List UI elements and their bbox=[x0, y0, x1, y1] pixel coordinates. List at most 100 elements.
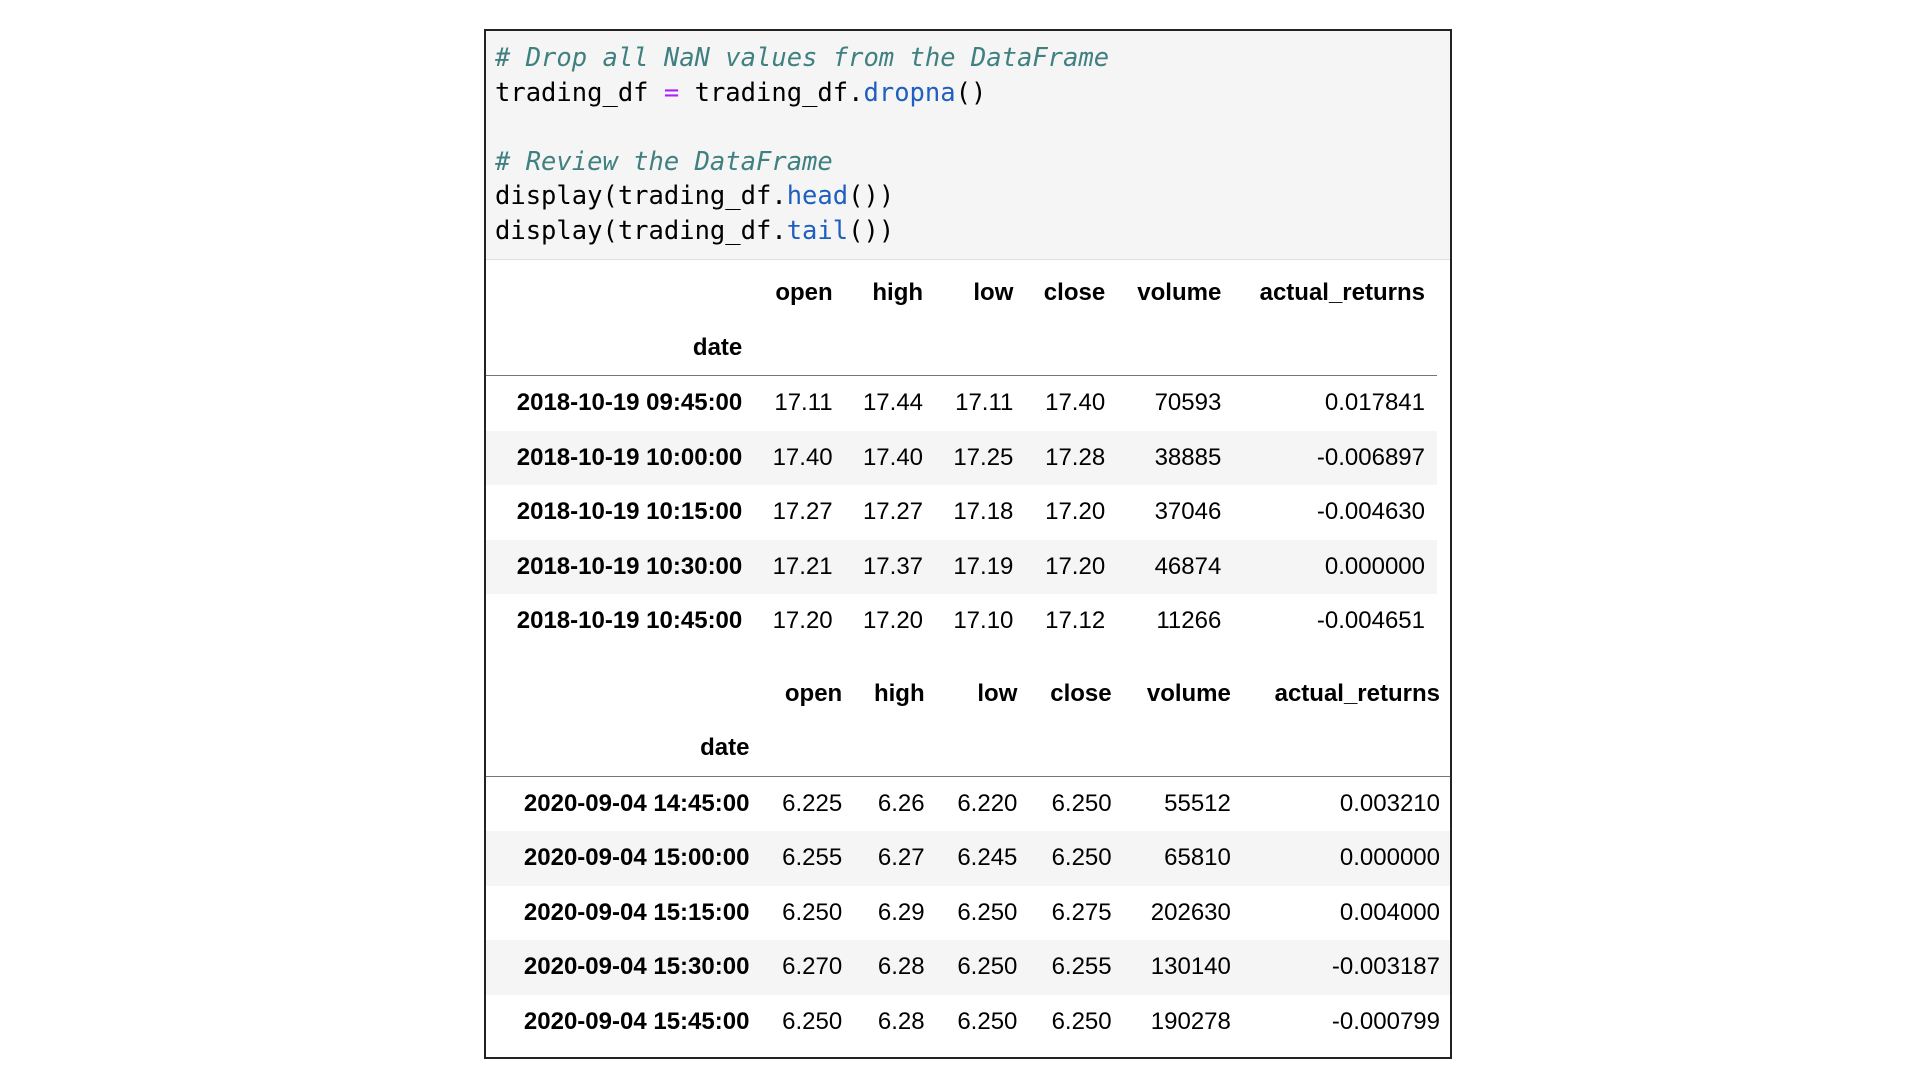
code-comment: # Review the DataFrame bbox=[495, 146, 833, 177]
row-index-date: 2018-10-19 09:45:00 bbox=[516, 389, 743, 417]
code-token: ()) bbox=[848, 215, 895, 246]
row-index-date: 2020-09-04 15:45:00 bbox=[523, 1007, 750, 1035]
table-cell-high: 6.28 bbox=[854, 940, 937, 995]
column-header-row: open high low close volume actual_returns bbox=[486, 266, 1437, 321]
column-header-row: open high low close volume actual_returns bbox=[486, 667, 1450, 722]
table-row: 2020-09-04 15:15:00 6.250 6.29 6.250 6.275 20… bbox=[486, 886, 1450, 941]
table-cell-actual-returns: 0.003210 bbox=[1339, 789, 1440, 817]
table-cell-actual-returns: -0.003187 bbox=[1242, 940, 1450, 995]
table-cell-low: 17.25 bbox=[935, 430, 1026, 485]
index-name-row: date bbox=[486, 320, 1437, 376]
table-cell-low: 17.19 bbox=[935, 539, 1026, 594]
notebook-cell: # Drop all NaN values from the DataFrame… bbox=[484, 29, 1452, 1059]
cell-output: open high low close volume actual_returns date… bbox=[486, 266, 1450, 1049]
row-index-date: 2020-09-04 14:45:00 bbox=[523, 789, 750, 817]
table-cell-volume: 130140 bbox=[1123, 940, 1243, 995]
column-header: low bbox=[977, 679, 1018, 707]
table-cell-close: 17.12 bbox=[1045, 607, 1106, 635]
table-row: 2018-10-19 10:15:00 17.27 17.27 17.18 17.20 3… bbox=[486, 485, 1437, 540]
index-name-blank bbox=[761, 721, 855, 777]
code-token: display(trading_df. bbox=[495, 181, 787, 211]
column-header: open bbox=[775, 279, 833, 307]
tail-dataframe-table: open high low close volume actual_returns date… bbox=[486, 667, 1450, 1050]
table-cell-high: 17.37 bbox=[844, 539, 936, 594]
table-cell-actual-returns: 0.017841 bbox=[1324, 389, 1425, 417]
table-cell-high: 6.26 bbox=[877, 789, 925, 817]
row-index-date: 2018-10-19 10:30:00 bbox=[486, 539, 755, 594]
table-cell-close: 17.40 bbox=[1045, 389, 1106, 417]
row-index-date: 2018-10-19 10:45:00 bbox=[516, 607, 743, 635]
code-line: trading_df = trading_df.dropna() bbox=[495, 76, 1450, 111]
column-header: close bbox=[1050, 679, 1112, 707]
index-name-blank bbox=[844, 320, 936, 376]
table-cell-open: 17.20 bbox=[772, 607, 833, 635]
code-line: display(trading_df.head()) bbox=[495, 179, 1450, 214]
table-cell-close: 17.20 bbox=[1045, 498, 1106, 526]
column-header: high bbox=[872, 279, 924, 307]
table-cell-close: 6.250 bbox=[1029, 831, 1124, 886]
code-method: tail bbox=[786, 215, 849, 246]
table-cell-open: 17.40 bbox=[754, 430, 845, 485]
table-row: 2020-09-04 15:30:00 6.270 6.28 6.250 6.255 13… bbox=[486, 940, 1450, 995]
table-cell-volume: 55512 bbox=[1164, 789, 1231, 817]
index-name-blank bbox=[754, 320, 845, 376]
table-cell-actual-returns: 0.000000 bbox=[1242, 831, 1450, 886]
column-header: low bbox=[973, 279, 1014, 307]
table-cell-volume: 11266 bbox=[1156, 607, 1222, 635]
index-name-blank bbox=[1123, 721, 1243, 777]
table-cell-high: 17.20 bbox=[862, 607, 924, 635]
table-cell-high: 6.28 bbox=[877, 1007, 925, 1035]
table-cell-open: 6.250 bbox=[782, 1007, 843, 1035]
code-method: head bbox=[786, 181, 849, 211]
table-cell-volume: 202630 bbox=[1150, 898, 1231, 926]
table-cell-actual-returns: 0.004000 bbox=[1339, 898, 1440, 926]
code-token: trading_df. bbox=[679, 77, 864, 108]
table-cell-low: 6.250 bbox=[957, 898, 1018, 926]
row-index-date: 2020-09-04 15:30:00 bbox=[486, 940, 762, 995]
code-operator: = bbox=[663, 77, 680, 108]
index-name: date bbox=[486, 721, 762, 777]
column-header: volume bbox=[1146, 679, 1231, 707]
table-cell-low: 17.18 bbox=[953, 498, 1014, 526]
table-cell-high: 17.27 bbox=[862, 498, 924, 526]
head-dataframe-table: open high low close volume actual_returns date… bbox=[486, 266, 1437, 649]
table-cell-actual-returns: -0.004630 bbox=[1316, 498, 1425, 526]
table-cell-high: 17.40 bbox=[844, 430, 936, 485]
column-header: volume bbox=[1137, 279, 1222, 307]
table-row: 2020-09-04 14:45:00 6.225 6.26 6.220 6.250 55… bbox=[486, 776, 1450, 831]
table-cell-high: 6.29 bbox=[877, 898, 925, 926]
table-cell-low: 17.11 bbox=[955, 389, 1014, 417]
table-row: 2018-10-19 10:30:00 17.21 17.37 17.19 17.20 4… bbox=[486, 539, 1437, 594]
table-cell-volume: 38885 bbox=[1117, 430, 1234, 485]
index-name: date bbox=[486, 320, 755, 376]
code-method: dropna bbox=[863, 77, 956, 108]
column-header: actual_returns bbox=[1274, 679, 1440, 707]
table-cell-open: 6.270 bbox=[761, 940, 855, 995]
table-cell-close: 6.250 bbox=[1051, 1007, 1112, 1035]
table-cell-volume: 65810 bbox=[1123, 831, 1243, 886]
code-token: () bbox=[955, 77, 987, 108]
table-cell-volume: 37046 bbox=[1154, 498, 1222, 526]
table-cell-high: 6.27 bbox=[854, 831, 937, 886]
code-line: # Drop all NaN values from the DataFrame bbox=[495, 41, 1450, 76]
table-cell-open: 6.250 bbox=[782, 898, 843, 926]
code-input-area[interactable]: # Drop all NaN values from the DataFrame… bbox=[486, 31, 1450, 260]
table-cell-close: 6.275 bbox=[1051, 898, 1112, 926]
table-cell-volume: 70593 bbox=[1154, 389, 1222, 417]
table-cell-low: 6.250 bbox=[936, 940, 1030, 995]
table-cell-low: 6.245 bbox=[936, 831, 1030, 886]
table-cell-low: 6.250 bbox=[957, 1007, 1018, 1035]
table-cell-actual-returns: -0.006897 bbox=[1233, 430, 1437, 485]
table-cell-open: 17.27 bbox=[772, 498, 833, 526]
table-cell-actual-returns: 0.000000 bbox=[1233, 539, 1437, 594]
row-index-date: 2018-10-19 10:15:00 bbox=[516, 498, 743, 526]
table-row: 2020-09-04 15:00:00 6.255 6.27 6.245 6.250 65… bbox=[486, 831, 1450, 886]
table-cell-high: 17.44 bbox=[862, 389, 924, 417]
column-header: high bbox=[873, 679, 925, 707]
table-cell-volume: 46874 bbox=[1117, 539, 1234, 594]
row-index-date: 2020-09-04 15:00:00 bbox=[486, 831, 762, 886]
table-row: 2018-10-19 10:45:00 17.20 17.20 17.10 17.12 1… bbox=[486, 594, 1437, 649]
code-comment: # Drop all NaN values from the DataFrame bbox=[495, 43, 1110, 73]
index-name-blank bbox=[935, 320, 1026, 376]
